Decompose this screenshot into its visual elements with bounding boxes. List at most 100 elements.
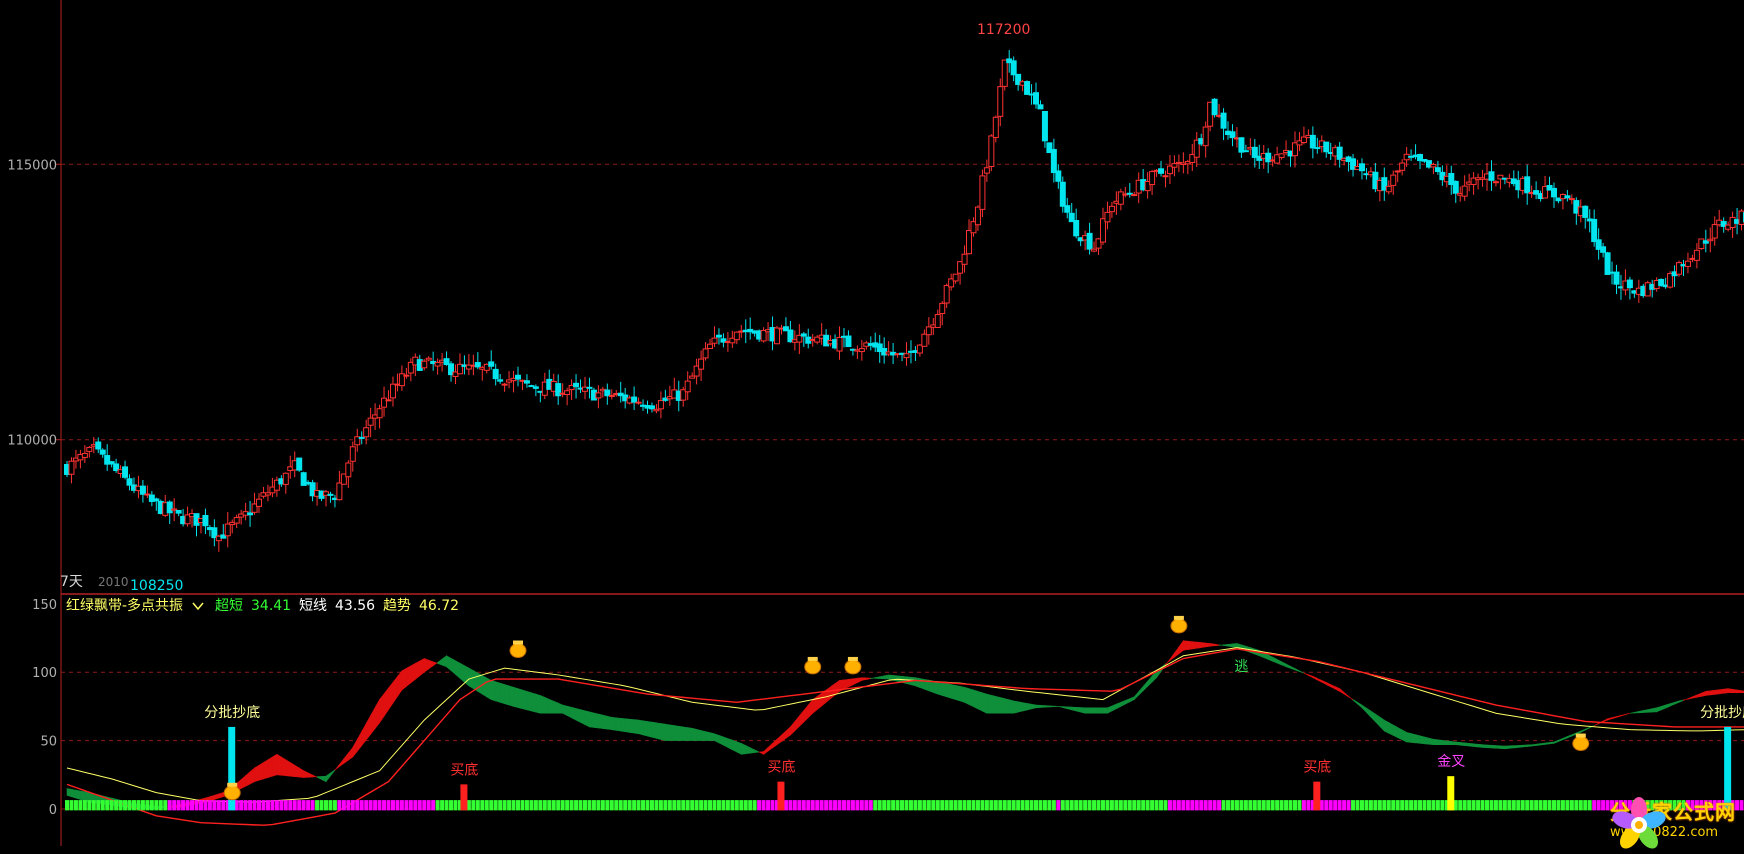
signal-bar[interactable] [1217,800,1221,810]
signal-bar[interactable] [1222,800,1226,810]
signal-bar[interactable] [1034,800,1038,810]
candle-down[interactable] [1337,147,1342,159]
signal-bar[interactable] [373,800,377,810]
signal-bar[interactable] [547,800,551,810]
signal-bar[interactable] [378,800,382,810]
signal-bar[interactable] [391,800,395,810]
signal-bar[interactable] [409,800,413,810]
candle-down[interactable] [605,390,610,396]
candle-down[interactable] [649,406,654,409]
signal-bar[interactable] [882,800,886,810]
signal-bar[interactable] [708,800,712,810]
signal-bar[interactable] [1382,800,1386,810]
signal-bar[interactable] [186,800,190,810]
candle-up[interactable] [922,334,927,346]
signal-bar[interactable] [945,800,949,810]
candle-down[interactable] [533,387,538,389]
signal-bar[interactable] [614,800,618,810]
signal-bar[interactable] [516,800,520,810]
signal-bar[interactable] [1534,800,1538,810]
signal-bar[interactable] [422,800,426,810]
signal-bar[interactable] [1155,800,1159,810]
signal-bar[interactable] [1190,800,1194,810]
candle-up[interactable] [962,254,967,264]
signal-bar[interactable] [1101,800,1105,810]
signal-bar[interactable] [583,800,587,810]
signal-bar[interactable] [726,800,730,810]
signal-bar[interactable] [467,800,471,810]
candle-up[interactable] [1109,206,1114,211]
signal-bar[interactable] [449,800,453,810]
maidi-signal[interactable] [1313,782,1320,811]
signal-bar[interactable] [190,800,194,810]
signal-bar[interactable] [815,800,819,810]
signal-bar[interactable] [712,800,716,810]
candle-up[interactable] [350,447,355,461]
candle-up[interactable] [703,349,708,358]
signal-bar[interactable] [677,800,681,810]
candle-down[interactable] [574,383,579,386]
candle-down[interactable] [1324,142,1329,152]
signal-bar[interactable] [829,800,833,810]
signal-bar[interactable] [1114,800,1118,810]
candle-down[interactable] [1627,280,1632,288]
candle-down[interactable] [123,467,128,477]
signal-bar[interactable] [1543,800,1547,810]
candle-up[interactable] [1172,164,1177,168]
signal-bar[interactable] [1266,800,1270,810]
candle-down[interactable] [328,494,333,495]
signal-bar[interactable] [445,800,449,810]
candle-down[interactable] [297,458,302,470]
signal-bar[interactable] [681,800,685,810]
signal-bar[interactable] [1275,800,1279,810]
candle-up[interactable] [837,337,842,351]
signal-bar[interactable] [998,800,1002,810]
signal-bar[interactable] [342,800,346,810]
signal-bar[interactable] [891,800,895,810]
candle-up[interactable] [1462,186,1467,196]
signal-bar[interactable] [672,800,676,810]
signal-bar[interactable] [1306,800,1310,810]
signal-bar[interactable] [1061,800,1065,810]
signal-bar[interactable] [284,800,288,810]
signal-bar[interactable] [150,800,154,810]
signal-bar[interactable] [1521,800,1525,810]
signal-bar[interactable] [1065,800,1069,810]
candle-up[interactable] [734,332,739,339]
candle-down[interactable] [1614,272,1619,284]
signal-bar[interactable] [1047,800,1051,810]
candle-up[interactable] [257,499,262,506]
signal-bar[interactable] [1552,800,1556,810]
signal-bar[interactable] [1463,800,1467,810]
signal-bar[interactable] [1606,800,1610,810]
signal-bar[interactable] [1369,800,1373,810]
candle-down[interactable] [1453,181,1458,193]
signal-bar[interactable] [864,800,868,810]
candle-down[interactable] [154,499,159,501]
candle-up[interactable] [859,349,864,352]
signal-bar[interactable] [1119,800,1123,810]
signal-bar[interactable] [418,800,422,810]
signal-bar[interactable] [92,800,96,810]
signal-bar[interactable] [873,800,877,810]
signal-bar[interactable] [1489,800,1493,810]
signal-bar[interactable] [704,800,708,810]
signal-bar[interactable] [1320,800,1324,810]
signal-bar[interactable] [136,800,140,810]
signal-bar[interactable] [1516,800,1520,810]
signal-bar[interactable] [324,800,328,810]
signal-bar[interactable] [1396,800,1400,810]
signal-bar[interactable] [239,800,243,810]
signal-bar[interactable] [1289,800,1293,810]
signal-bar[interactable] [686,800,690,810]
signal-bar[interactable] [596,800,600,810]
candle-down[interactable] [1605,253,1610,275]
candle-up[interactable] [1569,199,1574,200]
signal-bar[interactable] [1030,800,1034,810]
candle-down[interactable] [1065,206,1070,213]
signal-bar[interactable] [989,800,993,810]
signal-bar[interactable] [163,800,167,810]
signal-bar[interactable] [1257,800,1261,810]
signal-bar[interactable] [302,800,306,810]
chevron-down-icon[interactable] [193,603,203,609]
